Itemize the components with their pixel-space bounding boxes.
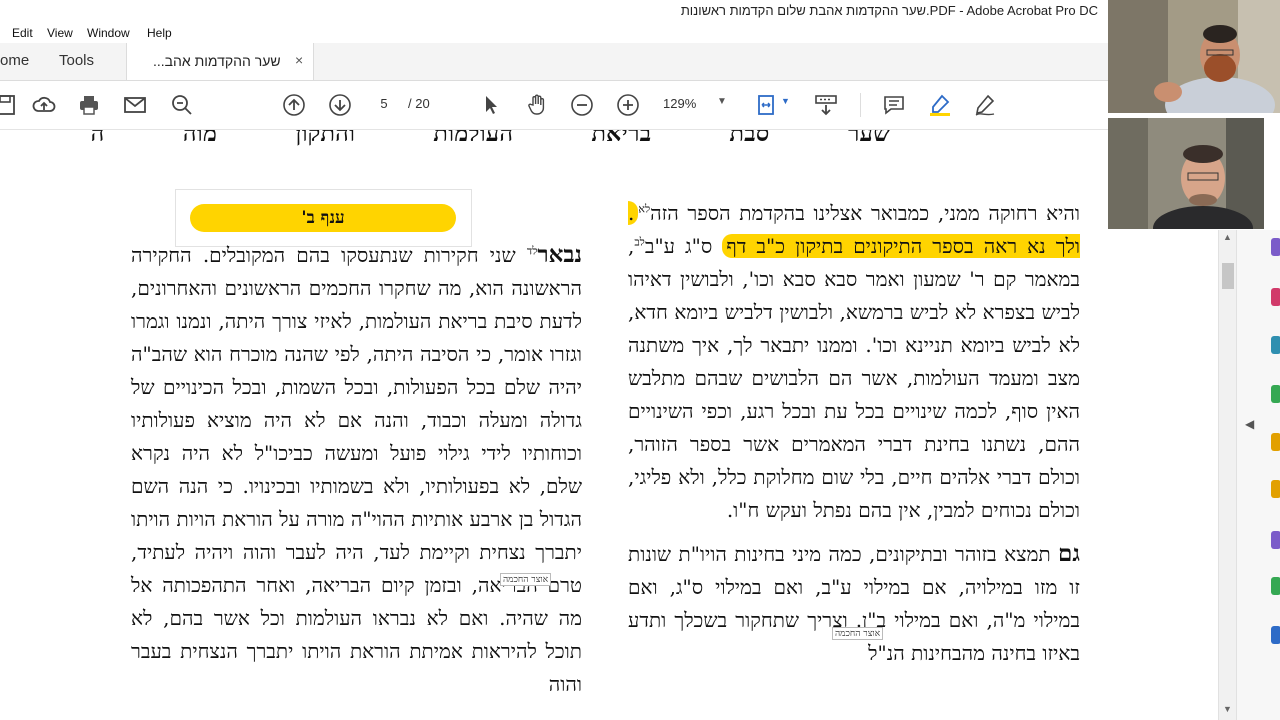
paragraph: גם תמצא בזוהר ובתיקונים, כמה מיני בחינות… (628, 537, 1080, 670)
text-run: , במאמר קם ר' שמעון ואמר סבא סבא וכו', ו… (628, 234, 1080, 522)
sign-button[interactable] (972, 92, 998, 118)
scroll-mode-icon (815, 95, 837, 116)
lead-word: גם (1058, 540, 1080, 567)
vertical-scrollbar[interactable]: ▲ ▼ (1218, 230, 1237, 720)
upload-icon (32, 96, 56, 112)
hand-icon (528, 94, 545, 115)
scroll-mode-button[interactable] (813, 92, 839, 118)
footnote-marker[interactable]: לב (634, 235, 644, 248)
window-title: שער ההקדמות אהבת שלום הקדמות ראשונות.PDF… (680, 3, 1098, 18)
tool-icon[interactable] (1271, 288, 1280, 306)
fit-page-button[interactable] (754, 92, 780, 118)
zoom-dropdown-icon[interactable]: ▼ (717, 96, 727, 107)
comment-button[interactable] (881, 92, 907, 118)
save-button[interactable] (0, 92, 18, 118)
scrollbar-thumb[interactable] (1222, 263, 1234, 289)
menu-window[interactable]: Window (87, 26, 130, 40)
comment-icon (884, 96, 904, 115)
video-frame (1108, 0, 1280, 113)
tab-document-label: שער ההקדמות אהב... (153, 53, 281, 69)
zoom-search-icon (172, 95, 192, 115)
tab-tools[interactable]: Tools (59, 52, 94, 69)
toolbar: 5 / 20 129% ▼ ▼ (0, 81, 1108, 130)
menu-bar: Edit View Window Help (0, 23, 1108, 43)
page-number-input[interactable]: 5 (370, 93, 398, 115)
zoom-level[interactable]: 129% (663, 96, 696, 111)
section-heading: ענף ב' (190, 204, 456, 232)
select-tool-button[interactable] (478, 92, 504, 118)
lead-word: נבאר (537, 241, 582, 268)
sign-icon (975, 94, 995, 116)
zoom-out-icon (571, 94, 593, 116)
menu-help[interactable]: Help (147, 26, 172, 40)
scroll-up-icon[interactable]: ▲ (1223, 232, 1232, 242)
text-run: שני חקירות שנתעסקו בהם המקובלים. החקירה … (131, 243, 582, 696)
text-run: והיא רחוקה ממני, כמבואר אצלינו בהקדמת הס… (650, 201, 1080, 225)
fit-dropdown-icon[interactable]: ▼ (781, 96, 790, 106)
select-cursor-icon (486, 96, 497, 114)
print-button[interactable] (76, 92, 102, 118)
menu-edit[interactable]: Edit (12, 26, 33, 40)
right-tools-pane: ◀ (1236, 230, 1280, 720)
page-up-icon (283, 94, 305, 116)
tab-document[interactable]: שער ההקדמות אהב... × (126, 43, 314, 80)
email-button[interactable] (122, 92, 148, 118)
email-icon (124, 97, 146, 113)
previous-page-button[interactable] (281, 92, 307, 118)
tool-icon[interactable] (1271, 480, 1280, 498)
title-bar: שער ההקדמות אהבת שלום הקדמות ראשונות.PDF… (0, 0, 1108, 24)
close-tab-icon[interactable]: × (295, 52, 303, 68)
video-feed-participant-2 (1108, 118, 1264, 229)
footnote-marker[interactable]: לא (638, 202, 650, 215)
paragraph: והיא רחוקה ממני, כמבואר אצלינו בהקדמת הס… (628, 197, 1080, 527)
tab-bar: ome Tools שער ההקדמות אהב... × (0, 43, 1108, 81)
left-column: נבארלד שני חקירות שנתעסקו בהם המקובלים. … (131, 238, 582, 701)
tab-home[interactable]: ome (0, 52, 29, 69)
tool-icon[interactable] (1271, 626, 1280, 644)
print-icon (80, 96, 98, 115)
document-page[interactable]: שער סבת בריאת העולמות והתקון מוה ה ענף ב… (0, 130, 1218, 720)
paragraph: נבארלד שני חקירות שנתעסקו בהם המקובלים. … (131, 238, 582, 701)
highlight-button[interactable] (927, 92, 953, 118)
fit-page-icon (758, 95, 774, 115)
zoom-out-button[interactable] (569, 92, 595, 118)
tool-icon[interactable] (1271, 577, 1280, 595)
video-side-strip (1264, 118, 1280, 230)
watermark-stamp: אוצר החכמה (500, 573, 552, 586)
text-run: ס"ג ע"ב (644, 234, 713, 258)
right-column: והיא רחוקה ממני, כמבואר אצלינו בהקדמת הס… (628, 197, 1080, 670)
next-page-button[interactable] (327, 92, 353, 118)
find-button[interactable] (169, 92, 195, 118)
text-run: תמצא בזוהר ובתיקונים, כמה מיני בחינות הו… (628, 542, 1080, 665)
upload-button[interactable] (31, 92, 57, 118)
running-head: שער סבת בריאת העולמות והתקון מוה ה (90, 130, 890, 147)
video-frame (1108, 118, 1264, 229)
tool-icon[interactable] (1271, 531, 1280, 549)
page-total: / 20 (408, 96, 430, 111)
save-icon (0, 95, 15, 115)
zoom-in-button[interactable] (615, 92, 641, 118)
collapse-pane-icon[interactable]: ◀ (1245, 417, 1254, 431)
highlighter-icon (930, 94, 950, 116)
zoom-in-icon (617, 94, 639, 116)
page-down-icon (329, 94, 351, 116)
scroll-down-icon[interactable]: ▼ (1223, 704, 1232, 714)
tool-icon[interactable] (1271, 336, 1280, 354)
watermark-stamp: אוצר החכמה (832, 627, 884, 640)
footnote-marker[interactable]: לד (527, 244, 537, 257)
menu-view[interactable]: View (47, 26, 73, 40)
video-feed-participant-1 (1108, 0, 1280, 113)
tool-icon[interactable] (1271, 238, 1280, 256)
hand-tool-button[interactable] (524, 92, 550, 118)
tool-icon[interactable] (1271, 433, 1280, 451)
toolbar-separator (860, 93, 861, 117)
tool-icon[interactable] (1271, 385, 1280, 403)
